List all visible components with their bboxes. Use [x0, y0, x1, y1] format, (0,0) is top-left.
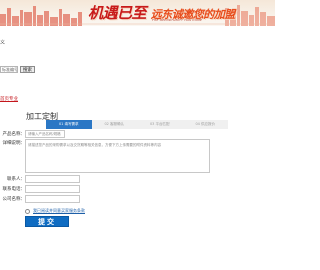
- search-button[interactable]: 搜索: [20, 66, 35, 73]
- details-label: 详细说明：: [2, 141, 26, 146]
- step-platform-match: 03 平台匹配: [149, 122, 170, 126]
- product-name-field[interactable]: 请输入产品名称/规格: [25, 130, 65, 138]
- agreement-radio[interactable]: [25, 208, 30, 214]
- progress-steps: 01 填写需求 02 客服确认 03 平台匹配 04 供应报价: [46, 120, 228, 129]
- product-name-label: 产品名称：: [2, 132, 26, 137]
- phone-label: 联系电话：: [2, 187, 26, 192]
- company-label: 公司名称：: [2, 197, 26, 202]
- agreement-row: 我已阅读并同意买家服务条款: [25, 208, 85, 214]
- banner-tagline: THE OPPORTUNITY HAS COME: [152, 18, 203, 22]
- agreement-link[interactable]: 我已阅读并同意买家服务条款: [33, 208, 85, 214]
- search-input[interactable]: 标准编号: [0, 66, 18, 73]
- search-bar: 标准编号 搜索: [0, 66, 35, 73]
- phone-field[interactable]: [25, 185, 80, 193]
- contact-label: 联系人：: [7, 177, 25, 182]
- step-service-confirm: 02 客服确认: [104, 122, 125, 126]
- contact-field[interactable]: [25, 175, 80, 183]
- step-supplier-quote: 04 供应报价: [195, 122, 216, 126]
- sidebar-text-fragment: 义: [0, 40, 6, 46]
- company-field[interactable]: [25, 195, 80, 203]
- slogan-main: 机遇已至: [88, 4, 147, 22]
- submit-button[interactable]: 提交: [25, 216, 69, 227]
- details-textarea[interactable]: 请描述您产品的采购需求以及交货期等相关信息，方便下方上传需要的附件资料等内容: [25, 139, 210, 173]
- step-fill-request: 01 填写需求: [46, 120, 92, 129]
- header-banner: 机遇已至 远东诚邀您的加盟 THE OPPORTUNITY HAS COME: [0, 0, 275, 26]
- breadcrumb-link[interactable]: 首页专业: [0, 96, 18, 102]
